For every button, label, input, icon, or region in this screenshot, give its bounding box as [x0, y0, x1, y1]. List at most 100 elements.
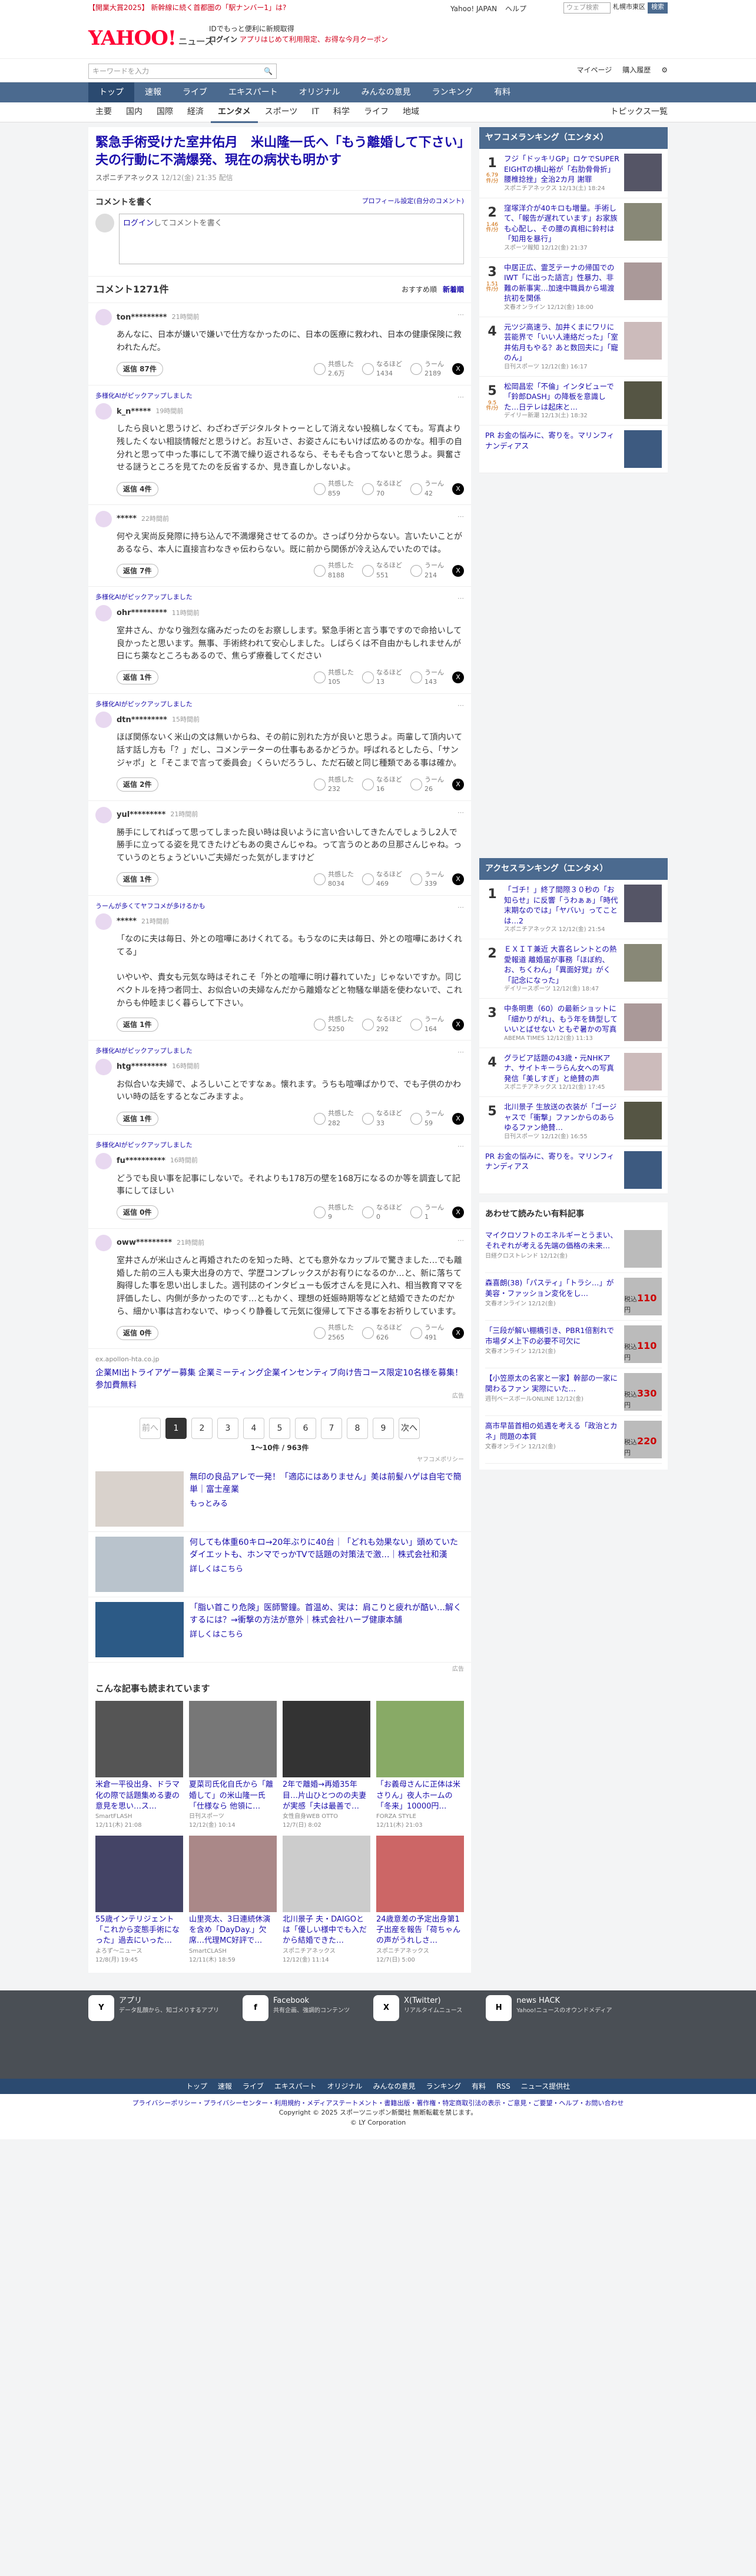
web-search-button[interactable]: 検索 [648, 2, 668, 14]
gear-icon[interactable]: ⚙ [661, 65, 668, 75]
mypage-link[interactable]: マイページ [576, 65, 612, 75]
rank-title[interactable]: フジ「ドッキリGP」ロケでSUPER EIGHTの横山裕が「右肋骨骨折」腰椎捻挫… [504, 154, 619, 185]
related-title[interactable]: 米倉一平役出身、ドラマ化の際で話題集める妻の意見を思い…ス… [95, 1780, 183, 1812]
cat-domestic[interactable]: 国内 [119, 102, 150, 123]
reaction-hmm[interactable]: うーん 164 [410, 1015, 444, 1034]
promo-ad-more[interactable]: もっとみる [190, 1498, 464, 1510]
comment-user[interactable]: ton********* [117, 312, 167, 324]
x-share-icon[interactable]: X [452, 1327, 464, 1339]
pager-page-1[interactable]: 1 [165, 1417, 187, 1439]
footer-col[interactable]: f Facebook 共有企画、強調的コンテンツ [243, 1995, 350, 2021]
pager-page-3[interactable]: 3 [217, 1417, 238, 1439]
ranking-item[interactable]: 1 「ゴチ！」終了間際３０秒の「お知らせ」に反響「うわぁぁ」「時代末期なのでは」「… [479, 880, 668, 939]
rank-text[interactable]: ＥＸＩＴ兼近 大喜名レントとの熱愛報道 離婚届が事務「ほぼ約、お、ちくわん」「異… [504, 944, 619, 993]
footer-x-icon[interactable]: X [373, 1995, 399, 2021]
pager-page-7[interactable]: 7 [321, 1417, 342, 1439]
paid-item[interactable]: 森喜朗(38)「パスティ」「トラシ…」が美容・ファッション変化をし… 文春オンライ… [485, 1273, 662, 1321]
empathy-icon[interactable] [314, 1112, 326, 1125]
paid-item[interactable]: 高市早苗首相の処遇を考える「政治とカネ」問題の本質 文春オンライン 12/12(金… [485, 1416, 662, 1464]
rank-text[interactable]: グラビア話題の43歳・元NHKアナ、サイトキーラらん女への写真発信「美しすぎ」と… [504, 1053, 619, 1092]
avatar[interactable] [95, 806, 112, 823]
comment-user[interactable]: ***** [117, 916, 137, 928]
related-title[interactable]: 24歳意差の予定出身第1子出産を報告「荷ちゃんの声がうれしさ… [376, 1914, 464, 1947]
profile-settings-link[interactable]: プロフィール設定(自分のコメント) [362, 197, 464, 209]
report-link[interactable]: ⋯ [457, 512, 464, 522]
cat-region[interactable]: 地域 [396, 102, 426, 123]
rank-title[interactable]: 窪塚洋介が40キロも増量。手術して、「報告が遅れています」お家族も心配し、その腰… [504, 203, 619, 244]
footer-col-title[interactable]: news HACK [516, 1995, 612, 2007]
purchase-history-link[interactable]: 購入履歴 [622, 65, 651, 75]
related-image[interactable] [283, 1835, 370, 1912]
reply-button[interactable]: 返信 1件 [117, 670, 158, 685]
login-link[interactable]: ログイン [209, 35, 237, 44]
yahoo-japan-link[interactable]: Yahoo! JAPAN [450, 5, 497, 13]
reply-button[interactable]: 返信 0件 [117, 1325, 158, 1340]
x-share-icon[interactable]: X [452, 1112, 464, 1125]
reaction-hmm[interactable]: うーん 491 [410, 1323, 444, 1342]
promo-ad-1[interactable]: 無印の良品アレで一発！「適応にはありません」美は前髪ハゲは自宅で簡単｜富士産業も… [88, 1467, 471, 1532]
ranking-item[interactable]: 3 1.51 件/分 中居正広、霊芝テーナの帰国でのIWT「に出った語言」性暴力、非… [479, 258, 668, 317]
yahoo-logo[interactable]: YAHOO! ニュース [88, 24, 214, 54]
related-card[interactable]: 「お義母さんに正体は米さりん」夜人ホームの「冬来」10000円… FORZA ST… [376, 1701, 464, 1830]
report-link[interactable]: ⋯ [457, 393, 464, 403]
naruhodo-icon[interactable] [362, 363, 374, 375]
pager-page-9[interactable]: 9 [373, 1417, 394, 1439]
hmm-icon[interactable] [410, 1112, 422, 1125]
x-share-icon[interactable]: X [452, 363, 464, 375]
promo-ad-image[interactable] [95, 1601, 184, 1657]
related-title[interactable]: 山里亮太、3日連続休演を含め「DayDay.」欠席…代理MC好評で… [189, 1914, 277, 1947]
paid-image[interactable] [624, 1229, 662, 1268]
promo-ad-image[interactable] [95, 1471, 184, 1527]
paid-text[interactable]: 【小笠原太の名家と一家】幹部の一家に関わるファン 実際にいた… 週刊ベースボールO… [485, 1373, 619, 1411]
hmm-icon[interactable] [410, 483, 422, 495]
reaction-hmm[interactable]: うーん 339 [410, 870, 444, 889]
rank-image[interactable] [624, 1003, 662, 1041]
nav-breaking[interactable]: 速報 [134, 82, 172, 102]
reply-button[interactable]: 返信 2件 [117, 777, 158, 792]
reaction-empathy[interactable]: 共感した 282 [314, 1109, 354, 1128]
report-link[interactable]: ⋯ [457, 1236, 464, 1246]
promo-ad-image[interactable] [95, 1536, 184, 1592]
avatar[interactable] [95, 1058, 112, 1075]
empathy-icon[interactable] [314, 873, 326, 886]
web-search-input[interactable]: ウェブ検索 [563, 2, 611, 14]
rank-title[interactable]: ＥＸＩＴ兼近 大喜名レントとの熱愛報道 離婚届が事務「ほぼ約、お、ちくわん」「異… [504, 944, 619, 985]
nav-live[interactable]: ライブ [172, 82, 218, 102]
reaction-empathy[interactable]: 共感した 105 [314, 668, 354, 687]
article-source[interactable]: スポニチアネックス [95, 174, 159, 182]
pager-next[interactable]: 次へ [399, 1417, 420, 1439]
reaction-empathy[interactable]: 共感した 232 [314, 775, 354, 795]
reply-button[interactable]: 返信 7件 [117, 563, 158, 578]
paid-title[interactable]: 【小笠原太の名家と一家】幹部の一家に関わるファン 実際にいた… [485, 1373, 619, 1395]
nav-paid[interactable]: 有料 [483, 82, 521, 102]
naruhodo-icon[interactable] [362, 779, 374, 790]
rank-title[interactable]: 中条明恵（60）の最新ショットに「細かりがれ」、もう年を鋳型していいとばせない … [504, 1003, 619, 1035]
avatar[interactable] [95, 511, 112, 527]
comment-user[interactable]: oww********* [117, 1237, 172, 1249]
reaction-naruhodo[interactable]: なるほど 33 [362, 1109, 402, 1128]
report-link[interactable]: ⋯ [457, 903, 464, 913]
reaction-naruhodo[interactable]: なるほど 1434 [362, 360, 402, 379]
footer-nav-item[interactable]: 速報 [218, 2079, 232, 2094]
comment-user[interactable]: htg********* [117, 1061, 167, 1073]
footer-newshack-icon[interactable]: H [486, 1995, 512, 2021]
rank-text[interactable]: フジ「ドッキリGP」ロケでSUPER EIGHTの横山裕が「右肋骨骨折」腰椎捻挫… [504, 154, 619, 193]
rank-title[interactable]: 中居正広、霊芝テーナの帰国でのIWT「に出った語言」性暴力、非難の新事実…加速中… [504, 262, 619, 304]
reaction-hmm[interactable]: うーん 59 [410, 1109, 444, 1128]
rank-title[interactable]: 「ゴチ！」終了間際３０秒の「お知らせ」に反響「うわぁぁ」「時代末期なのでは」「ヤ… [504, 885, 619, 926]
report-link[interactable]: ⋯ [457, 1142, 464, 1152]
naruhodo-icon[interactable] [362, 1112, 374, 1125]
paid-text[interactable]: 高市早苗首相の処遇を考える「政治とカネ」問題の本質 文春オンライン 12/12(金… [485, 1421, 619, 1458]
paid-text[interactable]: 「三段が解い棚橋引き、PBR1倍割れで市場ダメ上下の必要不可欠に 文春オンライン … [485, 1325, 619, 1363]
promo-ad-more[interactable]: 詳しくはこちら [190, 1629, 464, 1641]
comment-user[interactable]: ***** [117, 513, 137, 525]
comment-user[interactable]: dtn********* [117, 714, 167, 726]
rank-image[interactable] [624, 944, 662, 982]
cat-science[interactable]: 科学 [326, 102, 357, 123]
paid-item[interactable]: マイクロソフトのエネルギーとうまい、それぞれが考える先端の価格の未来… 日経クロス… [485, 1225, 662, 1273]
ranking-item[interactable]: 5 北川景子 生放送の衣装が「ゴージャスで「衝撃」ファンからのあらゆるファン絶賛…… [479, 1097, 668, 1146]
comment-textarea[interactable]: ログインしてコメントを書く [119, 214, 464, 265]
related-card[interactable]: 米倉一平役出身、ドラマ化の際で話題集める妻の意見を思い…ス… SmartFLASH… [95, 1701, 183, 1830]
x-share-icon[interactable]: X [452, 1206, 464, 1219]
related-image[interactable] [189, 1701, 277, 1778]
